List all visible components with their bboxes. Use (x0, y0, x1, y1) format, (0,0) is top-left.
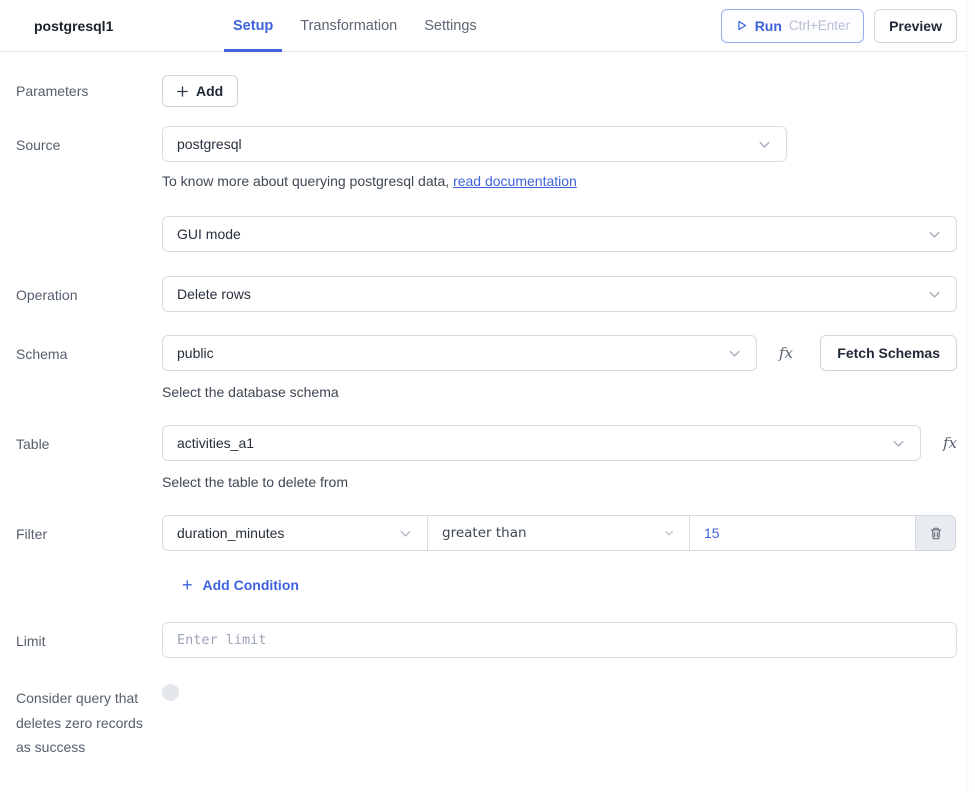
tab-transformation[interactable]: Transformation (300, 0, 397, 52)
schema-helper-text: Select the database schema (162, 382, 957, 402)
limit-input[interactable] (162, 622, 957, 658)
fx-toggle[interactable]: fx (779, 344, 793, 362)
filter-operator-select[interactable]: greater than (427, 515, 690, 551)
add-parameter-label: Add (196, 83, 223, 99)
query-setup-form: Parameters Add Source postgresql To know… (0, 52, 975, 760)
source-row: Source postgresql To know more about que… (0, 126, 975, 252)
preview-button[interactable]: Preview (874, 9, 957, 43)
chevron-down-icon (663, 527, 675, 539)
limit-row: Limit (0, 622, 975, 658)
source-label: Source (0, 126, 162, 155)
fx-toggle[interactable]: fx (943, 434, 957, 452)
delete-condition-button[interactable] (915, 515, 956, 551)
source-select[interactable]: postgresql (162, 126, 787, 162)
parameters-label: Parameters (0, 75, 162, 101)
play-icon (735, 19, 748, 32)
tab-bar: Setup Transformation Settings (233, 0, 477, 52)
read-documentation-link[interactable]: read documentation (453, 173, 577, 189)
mode-select-value: GUI mode (177, 226, 241, 242)
operation-select[interactable]: Delete rows (162, 276, 957, 312)
parameters-row: Parameters Add (0, 75, 975, 107)
table-select[interactable]: activities_a1 (162, 425, 921, 461)
schema-select-value: public (177, 345, 214, 361)
success-toggle-switch[interactable] (162, 684, 179, 701)
operation-label: Operation (0, 276, 162, 305)
add-parameter-button[interactable]: Add (162, 75, 238, 107)
query-title: postgresql1 (34, 18, 113, 34)
table-label: Table (0, 425, 162, 454)
filter-row: Filter duration_minutes greater than (0, 515, 975, 594)
source-select-value: postgresql (177, 136, 242, 152)
header-actions: Run Ctrl+Enter Preview (721, 9, 957, 43)
plus-icon (177, 86, 188, 97)
limit-label: Limit (0, 622, 162, 651)
success-toggle-row: Consider query that deletes zero records… (0, 683, 975, 760)
plus-icon: + (182, 576, 193, 594)
success-toggle-label: Consider query that deletes zero records… (0, 683, 162, 760)
operation-row: Operation Delete rows (0, 276, 975, 312)
query-header: postgresql1 Setup Transformation Setting… (0, 0, 975, 52)
chevron-down-icon (927, 227, 942, 242)
add-condition-button[interactable]: + Add Condition (182, 576, 299, 594)
filter-value-input[interactable] (689, 515, 916, 551)
mode-select[interactable]: GUI mode (162, 216, 957, 252)
filter-column-select[interactable]: duration_minutes (162, 515, 428, 551)
chevron-down-icon (891, 436, 906, 451)
filter-column-value: duration_minutes (177, 525, 284, 541)
table-row: Table activities_a1 fx Select the table … (0, 425, 975, 492)
chevron-down-icon (757, 137, 772, 152)
run-shortcut: Ctrl+Enter (789, 18, 850, 33)
tab-settings[interactable]: Settings (424, 0, 476, 52)
trash-icon (929, 526, 943, 541)
schema-row: Schema public fx Fetch Schemas Select th… (0, 335, 975, 402)
vertical-scrollbar[interactable] (966, 0, 975, 792)
run-button[interactable]: Run Ctrl+Enter (721, 9, 864, 43)
source-helper-text: To know more about querying postgresql d… (162, 171, 957, 191)
chevron-down-icon (398, 526, 413, 541)
schema-select[interactable]: public (162, 335, 757, 371)
table-select-value: activities_a1 (177, 435, 254, 451)
source-helper-prefix: To know more about querying postgresql d… (162, 173, 449, 189)
schema-label: Schema (0, 335, 162, 364)
filter-operator-value: greater than (442, 525, 527, 541)
filter-label: Filter (0, 515, 162, 544)
fetch-schemas-button[interactable]: Fetch Schemas (820, 335, 957, 371)
chevron-down-icon (927, 287, 942, 302)
operation-select-value: Delete rows (177, 286, 251, 302)
table-helper-text: Select the table to delete from (162, 472, 957, 492)
filter-condition: duration_minutes greater than (162, 515, 957, 551)
chevron-down-icon (727, 346, 742, 361)
tab-setup[interactable]: Setup (233, 0, 273, 52)
add-condition-label: Add Condition (203, 577, 299, 593)
run-button-label: Run (755, 18, 782, 34)
